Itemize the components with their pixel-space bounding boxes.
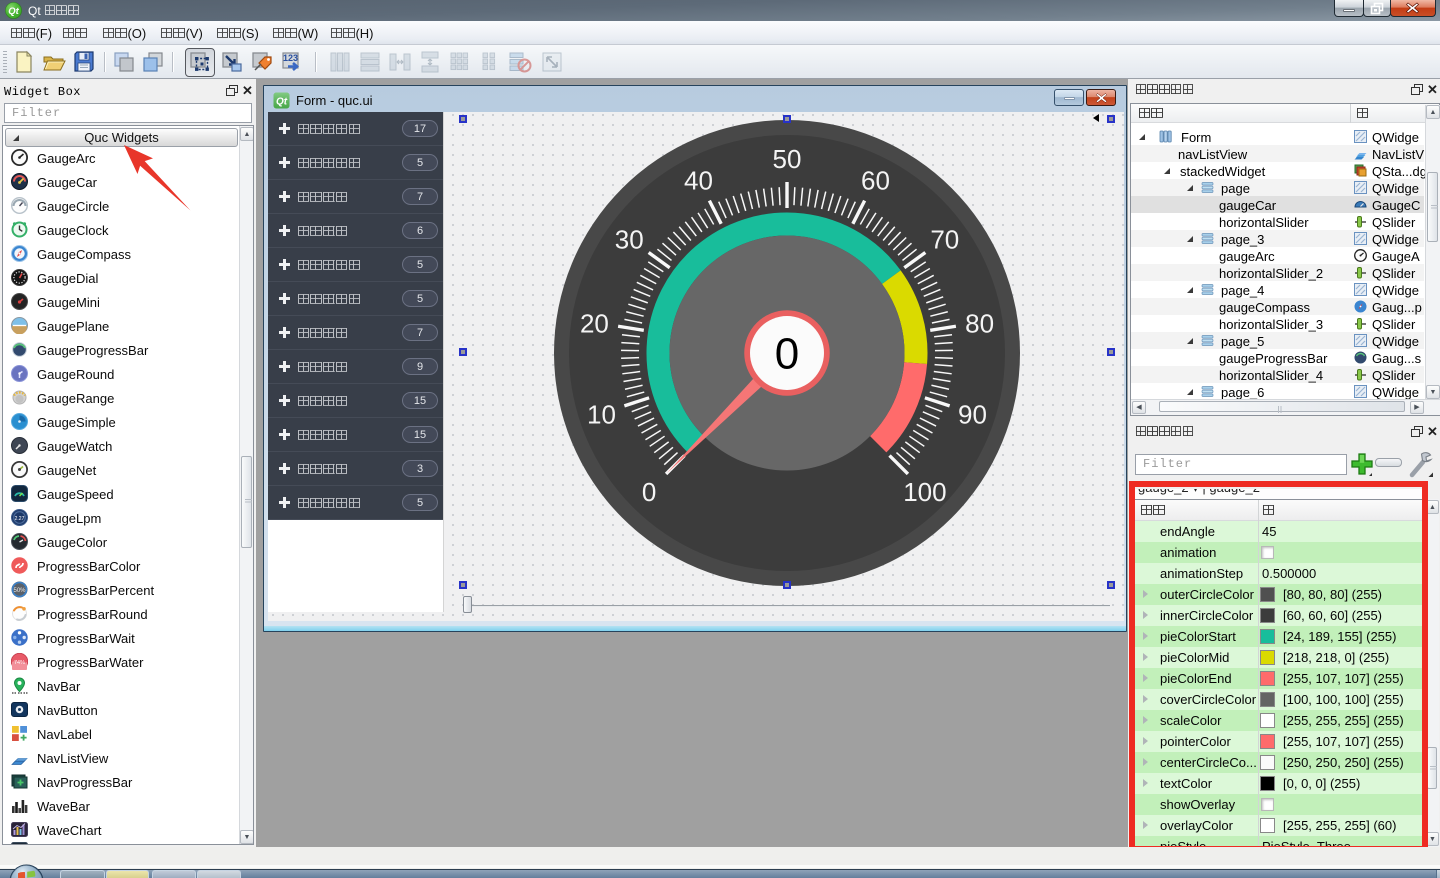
svg-text:50: 50 xyxy=(773,144,802,174)
svg-text:20: 20 xyxy=(580,308,609,338)
svg-text:80: 80 xyxy=(965,308,994,338)
svg-text:0: 0 xyxy=(642,476,656,506)
svg-text:60: 60 xyxy=(861,165,890,195)
svg-text:90: 90 xyxy=(958,399,987,429)
svg-text:Qt: Qt xyxy=(276,97,288,108)
svg-text:2.27: 2.27 xyxy=(15,516,25,522)
svg-text:123: 123 xyxy=(283,53,298,63)
svg-text:40: 40 xyxy=(684,165,713,195)
svg-text:30: 30 xyxy=(615,224,644,254)
svg-text:Qt: Qt xyxy=(8,6,19,17)
svg-text:10: 10 xyxy=(587,399,616,429)
svg-text:50%: 50% xyxy=(13,588,26,594)
svg-text:74%: 74% xyxy=(14,660,25,666)
svg-text:0: 0 xyxy=(775,329,799,378)
svg-text:70: 70 xyxy=(930,224,959,254)
svg-text:100: 100 xyxy=(903,476,946,506)
